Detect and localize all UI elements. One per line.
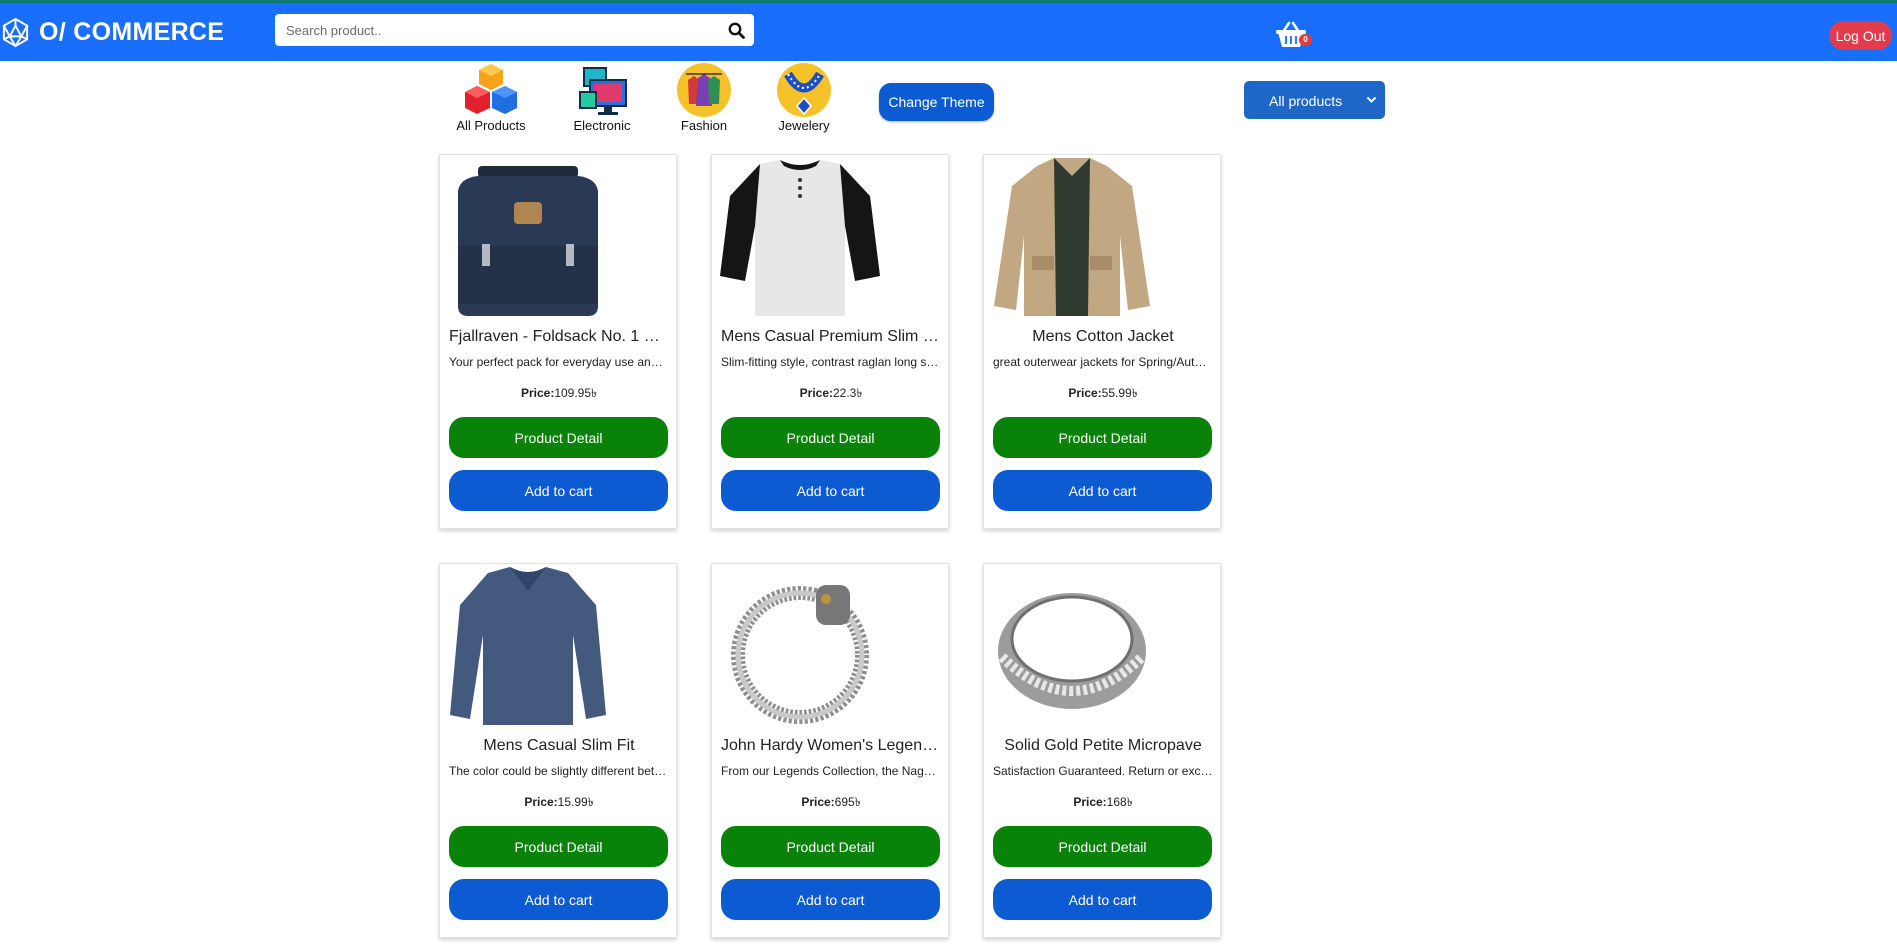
product-detail-button[interactable]: Product Detail: [449, 417, 668, 458]
product-description: Your perfect pack for everyday use and w…: [449, 355, 669, 369]
henley-shirt-image: [720, 160, 880, 316]
category-electronic[interactable]: Electronic: [554, 62, 650, 133]
product-card: Mens Casual Slim Fit The color could be …: [439, 563, 677, 938]
price-label: Price:: [520, 386, 555, 400]
product-description: Satisfaction Guaranteed. Return or excha…: [993, 764, 1213, 778]
add-to-cart-button[interactable]: Add to cart: [993, 470, 1212, 511]
product-price: Price:695৳: [712, 794, 950, 814]
price-label: Price:: [801, 795, 835, 809]
category-fashion[interactable]: Fashion: [656, 62, 752, 133]
product-title: Mens Casual Slim Fit: [483, 737, 635, 754]
price-value: 168৳: [1106, 795, 1133, 809]
product-detail-button[interactable]: Product Detail: [993, 417, 1212, 458]
product-title: Solid Gold Petite Micropave: [1004, 737, 1202, 754]
category-jewelery[interactable]: Jewelery: [756, 62, 852, 133]
product-description: great outerwear jackets for Spring/Autum…: [993, 355, 1213, 369]
category-label: Fashion: [680, 118, 728, 133]
product-card: Mens Casual Premium Slim Fit T-Shirts Sl…: [711, 154, 949, 529]
long-sleeve-shirt-image: [450, 567, 606, 725]
clothes-icon: [677, 63, 731, 117]
product-detail-button[interactable]: Product Detail: [993, 826, 1212, 867]
product-price: Price:109.95৳: [440, 385, 678, 405]
add-to-cart-button[interactable]: Add to cart: [721, 470, 940, 511]
product-detail-button[interactable]: Product Detail: [721, 826, 940, 867]
price-label: Price:: [799, 386, 833, 400]
product-price: Price:55.99৳: [984, 385, 1222, 405]
product-card: Mens Cotton Jacket great outerwear jacke…: [983, 154, 1221, 529]
product-description: From our Legends Collection, the Naga wa…: [721, 764, 941, 778]
top-navbar: O/ COMMERCE 0 Log Out: [0, 0, 1897, 61]
price-label: Price:: [524, 795, 558, 809]
price-label: Price:: [1068, 386, 1102, 400]
product-card: John Hardy Women's Legends Naga Gold & S…: [711, 563, 949, 938]
logo-icon: [2, 17, 29, 48]
brand-name: O/ COMMERCE: [39, 18, 225, 46]
product-card: Solid Gold Petite Micropave Satisfaction…: [983, 563, 1221, 938]
price-value: 109.95৳: [554, 386, 598, 400]
silver-ring-image: [998, 593, 1146, 709]
price-label: Price:: [1073, 795, 1107, 809]
add-to-cart-button[interactable]: Add to cart: [449, 470, 668, 511]
product-title: Mens Cotton Jacket: [1032, 328, 1174, 345]
category-all-products[interactable]: All Products: [443, 62, 539, 133]
logout-button[interactable]: Log Out: [1829, 21, 1892, 50]
price-value: 695৳: [834, 795, 861, 809]
change-theme-button[interactable]: Change Theme: [879, 83, 994, 121]
product-price: Price:168৳: [984, 794, 1222, 814]
category-label: Electronic: [573, 118, 631, 133]
product-title: John Hardy Women's Legends Naga Gold & S…: [721, 737, 941, 754]
search-bar: [275, 14, 754, 46]
product-detail-button[interactable]: Product Detail: [449, 826, 668, 867]
category-label: All Products: [456, 118, 526, 133]
monitor-icon: [579, 67, 627, 115]
cart-count-badge: 0: [1299, 34, 1312, 46]
product-description: Slim-fitting style, contrast raglan long…: [721, 355, 941, 369]
filter-selected-value: All products: [1269, 93, 1343, 109]
product-price: Price:15.99৳: [440, 794, 678, 814]
category-label: Jewelery: [778, 118, 830, 133]
backpack-image: [458, 166, 598, 316]
product-price: Price:22.3৳: [712, 385, 950, 405]
dragon-bracelet-image: [731, 585, 869, 724]
cotton-jacket-image: [994, 158, 1150, 316]
product-title: Mens Casual Premium Slim Fit T-Shirts: [721, 328, 941, 345]
product-title: Fjallraven - Foldsack No. 1 Backpack, Fi…: [449, 328, 669, 345]
product-detail-button[interactable]: Product Detail: [721, 417, 940, 458]
add-to-cart-button[interactable]: Add to cart: [993, 879, 1212, 920]
price-value: 22.3৳: [833, 386, 863, 400]
product-card: Fjallraven - Foldsack No. 1 Backpack, Fi…: [439, 154, 677, 529]
add-to-cart-button[interactable]: Add to cart: [721, 879, 940, 920]
boxes-icon: [465, 64, 517, 114]
necklace-icon: [777, 63, 831, 117]
price-value: 15.99৳: [557, 795, 594, 809]
product-description: The color could be slightly different be…: [449, 764, 669, 778]
price-value: 55.99৳: [1101, 386, 1138, 400]
chevron-down-icon: [1366, 96, 1377, 103]
brand[interactable]: O/ COMMERCE: [0, 17, 224, 48]
product-filter-select[interactable]: All products: [1244, 81, 1385, 119]
search-input[interactable]: [284, 15, 718, 45]
add-to-cart-button[interactable]: Add to cart: [449, 879, 668, 920]
search-icon[interactable]: [718, 22, 754, 39]
